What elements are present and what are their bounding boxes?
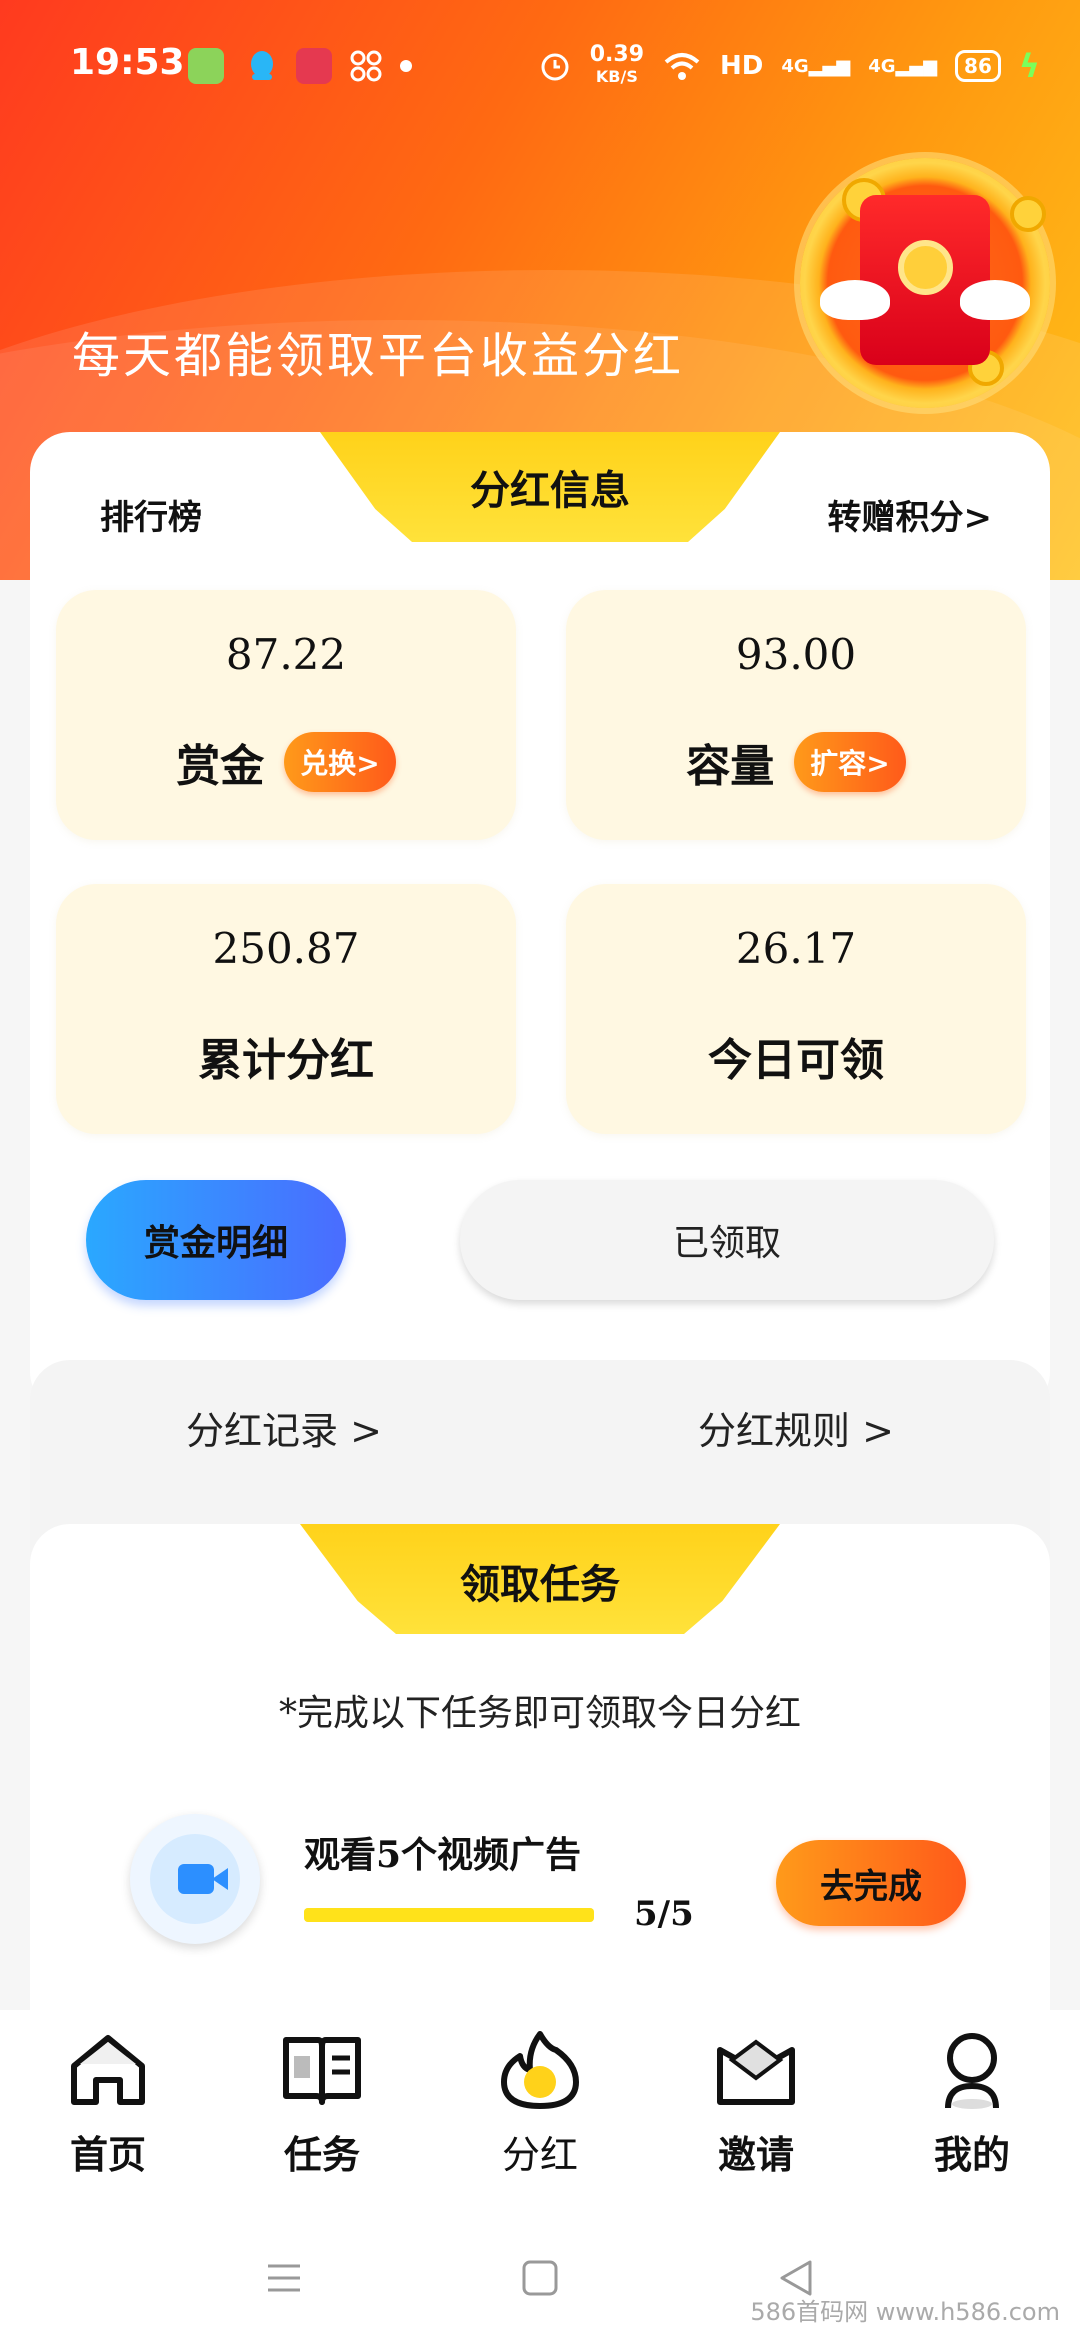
envelope-icon	[717, 2039, 795, 2105]
video-camera-icon	[178, 1864, 214, 1894]
mail-app-icon	[296, 48, 332, 84]
task-hint: *完成以下任务即可领取今日分红	[278, 1693, 801, 1734]
task-progress-text: 5/5	[634, 1894, 694, 1934]
nav-home[interactable]: 首页	[8, 2030, 208, 2179]
watermark: 586首码网 www.h586.com	[750, 2298, 1060, 2326]
red-packet-clasp	[898, 240, 953, 295]
app-notification-icon	[188, 48, 224, 84]
nav-invite-label: 邀请	[717, 2132, 794, 2177]
bounty-stat: 87.22 赏金 兑换>	[56, 590, 516, 840]
video-camera-lens	[212, 1868, 228, 1890]
task-progress-bar	[304, 1908, 594, 1922]
nav-dividend-label: 分红	[501, 2133, 578, 2177]
today-claimable-stat: 26.17 今日可领	[566, 884, 1026, 1134]
nav-invite[interactable]: 邀请	[656, 2030, 856, 2179]
more-notifications-dot	[400, 60, 412, 72]
nav-profile[interactable]: 我的	[872, 2030, 1072, 2179]
bounty-detail-button[interactable]: 赏金明细	[86, 1180, 346, 1300]
today-claimable-label: 今日可领	[708, 1035, 884, 1086]
leaderboard-link[interactable]: 排行榜	[100, 490, 202, 539]
info-card-title: 分红信息	[470, 467, 630, 514]
wifi-icon	[664, 53, 700, 80]
dividend-rules-link[interactable]: 分红规则 >	[698, 1400, 894, 1455]
capacity-value: 93.00	[735, 630, 857, 679]
book-icon	[283, 2037, 361, 2105]
nav-dividend[interactable]: 分红	[440, 2030, 640, 2179]
exchange-button[interactable]: 兑换>	[284, 732, 396, 792]
task-progress-fill	[304, 1908, 594, 1922]
user-icon	[945, 2033, 999, 2109]
hd-indicator: HD	[720, 51, 764, 81]
transfer-points-link[interactable]: 转赠积分>	[828, 490, 993, 539]
capacity-label: 容量	[686, 741, 775, 792]
status-right: 0.39 KB/S HD 4G▂▄▆ 4G▂▄▆ 86 ϟ	[538, 44, 1040, 88]
bounty-value: 87.22	[225, 630, 347, 679]
red-packet-icon	[860, 195, 990, 365]
video-ad-icon	[130, 1814, 260, 1944]
wing-icon	[820, 280, 890, 320]
apps-icon	[348, 48, 384, 84]
alarm-icon	[541, 53, 569, 81]
flame-icon	[501, 2031, 579, 2109]
status-time: 19:53	[70, 42, 185, 83]
dividend-records-link[interactable]: 分红记录 >	[186, 1400, 382, 1455]
menu-icon[interactable]	[262, 2256, 306, 2300]
qq-icon	[244, 48, 280, 84]
total-dividend-stat: 250.87 累计分红	[56, 884, 516, 1134]
go-complete-button[interactable]: 去完成	[776, 1840, 966, 1926]
nav-tasks[interactable]: 任务	[222, 2030, 422, 2179]
task-card-title: 领取任务	[460, 1561, 620, 1608]
coin-icon	[1010, 196, 1046, 232]
charging-icon: ϟ	[1018, 47, 1040, 85]
home-button-icon[interactable]	[518, 2256, 562, 2300]
nav-profile-label: 我的	[933, 2132, 1010, 2177]
bounty-label: 赏金	[176, 741, 265, 792]
signal-4g-1: 4G▂▄▆	[781, 55, 851, 77]
nav-tasks-label: 任务	[283, 2132, 360, 2177]
task-name: 观看5个视频广告	[304, 1834, 582, 1876]
total-dividend-label: 累计分红	[198, 1035, 374, 1086]
today-claimable-value: 26.17	[735, 924, 857, 973]
claimed-button[interactable]: 已领取	[460, 1180, 994, 1300]
net-speed: 0.39 KB/S	[589, 42, 645, 87]
total-dividend-value: 250.87	[212, 924, 360, 973]
capacity-stat: 93.00 容量 扩容>	[566, 590, 1026, 840]
expand-button[interactable]: 扩容>	[794, 732, 906, 792]
home-icon	[71, 2035, 145, 2105]
status-bar: 19:53 0.39 KB/S HD 4G▂▄▆ 4G▂▄▆ 86 ϟ	[0, 0, 1080, 130]
signal-4g-2: 4G▂▄▆	[868, 55, 938, 77]
nav-home-label: 首页	[69, 2132, 146, 2177]
hero-title: 每天都能领取平台收益分红	[72, 328, 685, 384]
battery-indicator: 86	[955, 50, 1001, 82]
wing-icon	[960, 280, 1030, 320]
